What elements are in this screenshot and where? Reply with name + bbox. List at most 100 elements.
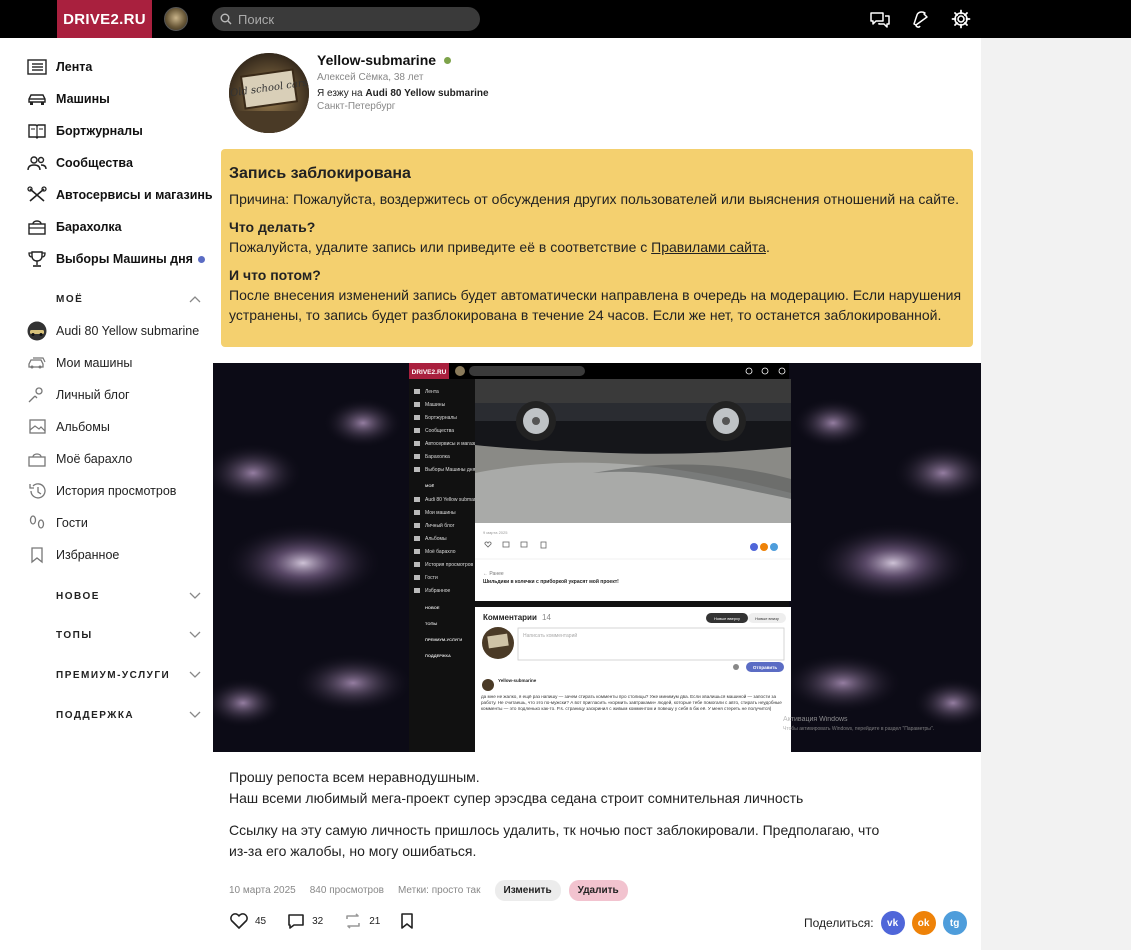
sidebar-item-communities[interactable]: Сообщества <box>26 152 133 174</box>
heart-icon <box>230 913 248 929</box>
blocked-then-title: И что потом? <box>229 267 321 283</box>
sidebar-item-services[interactable]: Автосервисы и магазины <box>26 184 216 206</box>
profile-subtitle: Алексей Сёмка, 38 лет <box>317 72 424 83</box>
chevron-down-icon[interactable] <box>189 631 201 639</box>
post-image[interactable]: DRIVE2.RU Лента Машины Бортжурналы Сообщ… <box>213 363 981 752</box>
sidebar-item-market[interactable]: Барахолка <box>26 216 122 238</box>
site-logo[interactable]: DRIVE2.RU <box>57 0 152 38</box>
sidebar-item-label: Машины <box>56 92 110 106</box>
top-bar: DRIVE2.RU <box>0 0 1131 38</box>
embedded-moe: Audi 80 Yellow submarine <box>425 497 482 503</box>
sidebar-item-cars[interactable]: Машины <box>26 88 110 110</box>
sidebar-item-label: Бортжурналы <box>56 124 143 138</box>
embedded-nav: Автосервисы и магазины <box>425 441 484 447</box>
search-box[interactable] <box>212 7 480 31</box>
car-prefix: Я езжу на <box>317 88 363 99</box>
chevron-up-icon[interactable] <box>189 295 201 303</box>
embedded-moe: Альбомы <box>425 536 447 542</box>
embedded-moe: Моё барахло <box>425 549 456 555</box>
feed-icon <box>26 57 48 77</box>
repost-button[interactable]: 21 <box>343 912 380 930</box>
sidebar-item-label: Альбомы <box>56 420 110 434</box>
embedded-nav: Выборы Машины дня <box>425 467 476 473</box>
share-label: Поделиться: <box>804 916 874 930</box>
odnoklassniki-icon: ok <box>917 917 930 929</box>
comments-button[interactable]: 32 <box>286 912 323 930</box>
notifications-icon[interactable] <box>910 9 930 29</box>
album-icon <box>26 417 48 437</box>
settings-gear-icon[interactable] <box>951 9 971 29</box>
profile-avatar[interactable]: Old school cars <box>229 53 309 133</box>
section-title-support[interactable]: ПОДДЕРЖКА <box>56 710 134 721</box>
sidebar-item-label: Моё барахло <box>56 452 133 466</box>
vk-icon: vk <box>887 917 899 929</box>
delete-button[interactable]: Удалить <box>568 880 628 901</box>
embedded-sort-new: Новые вверху <box>714 616 740 621</box>
online-status-dot <box>444 56 452 64</box>
car-avatar-icon <box>26 321 48 341</box>
sidebar-item-label: Audi 80 Yellow submarine <box>56 324 200 338</box>
sidebar-item-my-stuff[interactable]: Моё барахло <box>26 448 132 470</box>
sidebar-item-label: Личный блог <box>56 388 130 402</box>
embedded-moe: История просмотров <box>425 562 474 568</box>
share-block: Поделиться: vk ok tg <box>804 911 967 935</box>
sidebar-item-label: Автосервисы и магазины <box>56 188 216 202</box>
blocked-what-title: Что делать? <box>229 219 316 235</box>
my-cars-icon <box>26 353 48 373</box>
profile-name[interactable]: Yellow-submarine <box>317 52 452 68</box>
blocked-what-body: Пожалуйста, удалите запись или приведите… <box>229 239 648 255</box>
post-paragraph-2: Ссылку на эту самую личность пришлось уд… <box>229 820 879 862</box>
sidebar-item-label: Сообщества <box>56 156 133 170</box>
like-button[interactable]: 45 <box>229 912 266 930</box>
sidebar-item-my-car[interactable]: Audi 80 Yellow submarine <box>26 320 199 342</box>
sidebar-item-label: История просмотров <box>56 484 177 498</box>
edit-button[interactable]: Изменить <box>494 880 561 901</box>
post-meta: 10 марта 2025 840 просмотров Метки: прос… <box>229 880 628 901</box>
search-icon <box>220 13 232 25</box>
embedded-nav: Сообщества <box>425 428 454 434</box>
sidebar-item-guests[interactable]: Гости <box>26 512 88 534</box>
profile-name-text[interactable]: Yellow-submarine <box>317 52 436 68</box>
search-input[interactable] <box>238 11 468 27</box>
embedded-nav: Барахолка <box>425 454 450 460</box>
chevron-down-icon[interactable] <box>189 671 201 679</box>
market-icon <box>26 217 48 237</box>
bookmark-button[interactable] <box>398 912 416 930</box>
post-text-line: из-за его жалобы, но могу ошибаться. <box>229 843 477 859</box>
profile-car-link[interactable]: Audi 80 Yellow submarine <box>365 88 488 99</box>
tools-icon <box>26 185 48 205</box>
share-ok-button[interactable]: ok <box>911 911 936 935</box>
sidebar-item-label: Барахолка <box>56 220 122 234</box>
messages-icon[interactable] <box>869 9 891 29</box>
share-telegram-button[interactable]: tg <box>942 911 967 935</box>
section-title-tops[interactable]: ТОПЫ <box>56 630 93 641</box>
sidebar-item-car-of-day[interactable]: Выборы Машины дня <box>26 248 205 270</box>
likes-count: 45 <box>255 915 267 927</box>
share-vk-button[interactable]: vk <box>880 911 905 935</box>
rules-link[interactable]: Правилами сайта <box>651 239 766 255</box>
sidebar-item-favorites[interactable]: Избранное <box>26 544 119 566</box>
sidebar-item-label: Лента <box>56 60 93 74</box>
sidebar-item-blog[interactable]: Личный блог <box>26 384 130 406</box>
post-date: 10 марта 2025 <box>229 885 296 896</box>
sidebar-item-my-cars[interactable]: Мои машины <box>26 352 132 374</box>
embedded-comments-title: Комментарии <box>483 613 537 622</box>
windows-activation-text: Чтобы активировать Windows, перейдите в … <box>783 725 934 732</box>
reposts-count: 21 <box>369 915 381 927</box>
sidebar: Лента Машины Бортжурналы Сообщества Авто… <box>0 38 216 950</box>
sidebar-item-history[interactable]: История просмотров <box>26 480 176 502</box>
embedded-section: ПОДДЕРЖКА <box>425 653 451 658</box>
post-tags[interactable]: Метки: просто так <box>398 885 481 896</box>
blocked-reason: Причина: Пожалуйста, воздержитесь от обс… <box>229 191 959 207</box>
post-column: Old school cars Yellow-submarine Алексей… <box>212 38 981 950</box>
user-avatar[interactable] <box>164 7 188 31</box>
sidebar-item-logbooks[interactable]: Бортжурналы <box>26 120 143 142</box>
sidebar-item-albums[interactable]: Альбомы <box>26 416 110 438</box>
blocked-notice: Запись заблокирована Причина: Пожалуйста… <box>221 149 973 347</box>
section-title-new[interactable]: НОВОЕ <box>56 591 100 602</box>
section-title-premium[interactable]: ПРЕМИУМ-УСЛУГИ <box>56 670 170 681</box>
chevron-down-icon[interactable] <box>189 592 201 600</box>
sidebar-item-feed[interactable]: Лента <box>26 56 92 78</box>
trophy-icon <box>26 249 48 269</box>
chevron-down-icon[interactable] <box>189 711 201 719</box>
